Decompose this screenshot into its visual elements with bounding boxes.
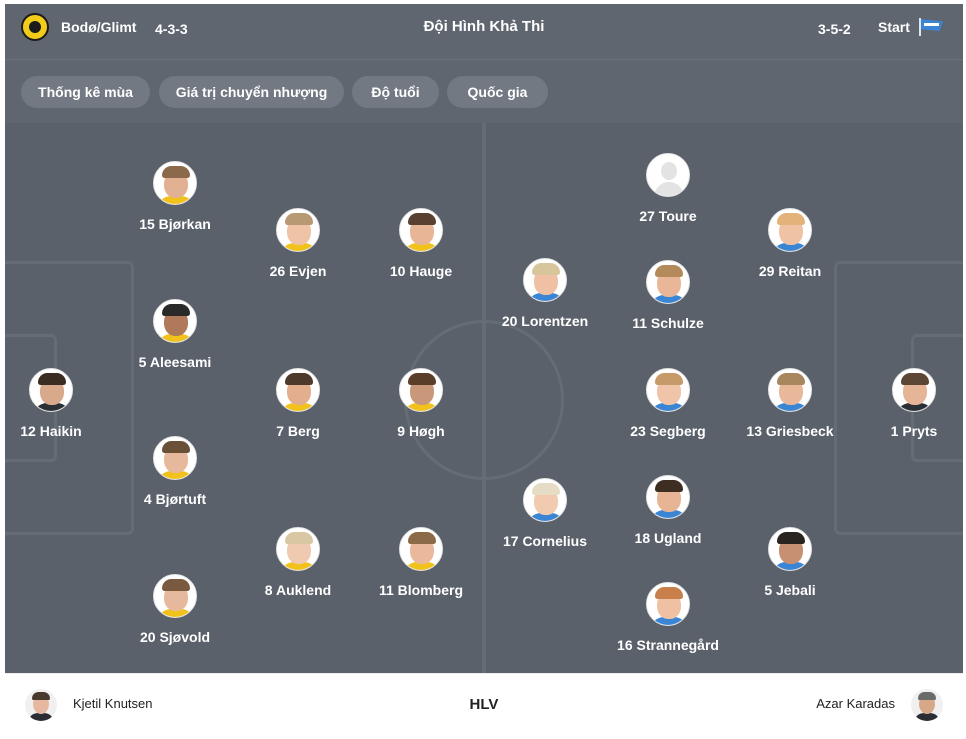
filter-chip-age[interactable]: Độ tuổi <box>352 76 439 108</box>
player-photo <box>523 478 567 522</box>
filter-bar: Thống kê mùa Giá trị chuyển nhượng Độ tu… <box>5 59 963 123</box>
away-team-name: Start <box>878 19 910 35</box>
player-home-bjortuft[interactable]: 4 Bjørtuft <box>100 436 250 507</box>
player-name: 9 Høgh <box>397 423 445 439</box>
lineup-widget: Bodø/Glimt 4-3-3 Đội Hình Khả Thi 3-5-2 … <box>5 4 963 739</box>
pitch: 12 Haikin 15 Bjørkan 5 Aleesami 4 Bjørtu… <box>5 123 963 673</box>
player-photo <box>399 208 443 252</box>
home-team-name: Bodø/Glimt <box>61 19 137 35</box>
player-photo <box>646 368 690 412</box>
player-photo <box>768 527 812 571</box>
player-photo <box>153 299 197 343</box>
home-team[interactable]: Bodø/Glimt <box>21 13 136 41</box>
player-photo <box>276 368 320 412</box>
away-formation: 3-5-2 <box>818 21 851 37</box>
player-photo <box>646 260 690 304</box>
player-photo <box>153 574 197 618</box>
player-away-schulze[interactable]: 11 Schulze <box>593 260 743 331</box>
player-photo <box>646 582 690 626</box>
bodo-glimt-badge-icon <box>21 13 49 41</box>
home-coach-photo[interactable] <box>25 689 57 721</box>
filter-chip-season-stats[interactable]: Thống kê mùa <box>21 76 150 108</box>
player-away-pryts[interactable]: 1 Pryts <box>839 368 963 439</box>
player-photo <box>153 161 197 205</box>
coach-row: Kjetil Knutsen HLV Azar Karadas <box>5 673 963 739</box>
away-team[interactable]: Start <box>878 18 945 36</box>
player-name: 20 Sjøvold <box>139 629 211 645</box>
player-name: 4 Bjørtuft <box>143 491 207 507</box>
away-coach-name[interactable]: Azar Karadas <box>816 696 895 711</box>
player-photo <box>892 368 936 412</box>
filter-chip-transfer-value[interactable]: Giá trị chuyển nhượng <box>159 76 344 108</box>
home-formation: 4-3-3 <box>155 21 188 37</box>
player-away-strannegard[interactable]: 16 Strannegård <box>593 582 743 653</box>
lineup-header: Bodø/Glimt 4-3-3 Đội Hình Khả Thi 3-5-2 … <box>5 4 963 59</box>
away-coach-photo[interactable] <box>911 689 943 721</box>
player-name: 1 Pryts <box>890 423 938 439</box>
player-photo <box>768 368 812 412</box>
player-photo <box>646 475 690 519</box>
player-photo <box>276 208 320 252</box>
player-name: 11 Blomberg <box>378 582 464 598</box>
player-photo <box>276 527 320 571</box>
start-flag-icon <box>918 18 945 36</box>
player-home-aleesami[interactable]: 5 Aleesami <box>100 299 250 370</box>
player-name: 11 Schulze <box>632 315 704 331</box>
player-photo-placeholder <box>646 153 690 197</box>
filter-chip-nationality[interactable]: Quốc gia <box>447 76 548 108</box>
player-photo <box>768 208 812 252</box>
player-photo <box>153 436 197 480</box>
player-photo <box>29 368 73 412</box>
player-photo <box>399 527 443 571</box>
player-home-hogh[interactable]: 9 Høgh <box>346 368 496 439</box>
home-coach-name[interactable]: Kjetil Knutsen <box>73 696 153 711</box>
player-photo <box>523 258 567 302</box>
player-home-haikin[interactable]: 12 Haikin <box>5 368 126 439</box>
player-photo <box>399 368 443 412</box>
player-name: 16 Strannegård <box>617 637 719 653</box>
